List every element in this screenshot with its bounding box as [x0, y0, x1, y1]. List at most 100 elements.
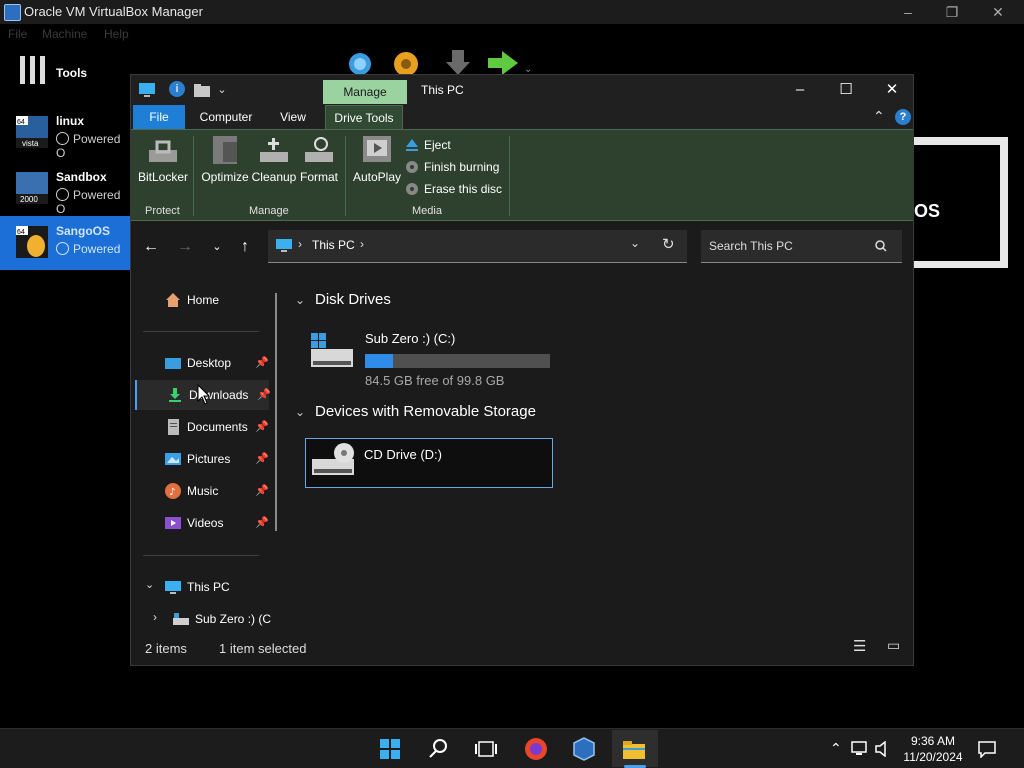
nav-label: Videos — [187, 516, 224, 530]
nav-item-home[interactable]: Home — [135, 285, 269, 315]
ribbon-separator — [345, 136, 346, 216]
downloads-icon — [169, 388, 181, 402]
group-disk-drives[interactable]: ⌄ Disk Drives — [295, 291, 391, 308]
tab-computer[interactable]: Computer — [195, 105, 257, 129]
expand-chevron-icon[interactable]: › — [153, 610, 157, 624]
virtualbox-icon[interactable] — [570, 735, 598, 763]
volume-icon[interactable] — [874, 741, 892, 757]
search-input[interactable]: Search This PC — [701, 230, 902, 263]
vm-item-sangoos[interactable]: 64 SangoOS Powered — [0, 216, 130, 270]
eject-label: Eject — [424, 138, 451, 152]
pin-icon[interactable]: 📌 — [255, 452, 269, 465]
properties-icon[interactable]: i — [169, 81, 185, 97]
autoplay-label: AutoPlay — [352, 170, 402, 184]
firefox-icon[interactable] — [522, 735, 550, 763]
vm-preview: OS — [914, 137, 1008, 268]
customize-quick-access-icon[interactable]: ⌄ — [213, 81, 231, 99]
pin-icon[interactable]: 📌 — [255, 484, 269, 497]
vm-preview-text: OS — [914, 201, 941, 221]
nav-item-videos[interactable]: Videos 📌 — [135, 508, 269, 538]
videos-icon — [165, 517, 181, 529]
svg-text:♪: ♪ — [169, 487, 175, 498]
file-explorer-icon[interactable] — [620, 735, 648, 763]
expand-chevron-icon[interactable]: ⌄ — [145, 578, 154, 591]
drive-item-d[interactable]: CD Drive (D:) — [305, 438, 553, 488]
drive-item-c[interactable]: Sub Zero :) (C:) 84.5 GB free of 99.8 GB — [307, 327, 557, 388]
cleanup-button[interactable]: Cleanup — [251, 134, 297, 184]
group-protect: Protect — [145, 205, 180, 217]
pin-icon[interactable]: 📌 — [255, 356, 269, 369]
tab-drive-tools[interactable]: Drive Tools — [325, 105, 403, 129]
close-button[interactable]: ✕ — [869, 75, 915, 105]
group-removable-storage[interactable]: ⌄ Devices with Removable Storage — [295, 403, 536, 420]
vm-item-sandbox[interactable]: 2000 Sandbox Powered O — [0, 162, 130, 216]
collapse-ribbon-icon[interactable]: ⌃ — [873, 108, 885, 125]
svg-text:vista: vista — [22, 139, 39, 148]
address-bar[interactable]: › This PC › ⌄ ↻ — [268, 230, 687, 263]
network-icon[interactable] — [851, 741, 869, 757]
bitlocker-label: BitLocker — [137, 170, 189, 184]
up-arrow-icon[interactable]: ↑ — [233, 235, 257, 259]
power-icon — [56, 242, 69, 255]
notifications-icon[interactable] — [977, 740, 997, 758]
menu-file[interactable]: File — [8, 27, 27, 41]
tab-view[interactable]: View — [271, 105, 315, 129]
nav-label: Sub Zero :) (C — [195, 612, 272, 626]
autoplay-button[interactable]: AutoPlay — [351, 134, 403, 184]
vbox-maximize-button[interactable]: ❐ — [932, 2, 972, 22]
search-icon[interactable] — [424, 735, 452, 763]
vm-item-linux[interactable]: 64 vista linux Powered O — [0, 106, 130, 160]
large-icons-view-icon[interactable]: ▭ — [887, 637, 900, 654]
this-pc-icon — [139, 83, 155, 97]
search-icon[interactable] — [875, 240, 887, 252]
pin-icon[interactable]: 📌 — [257, 388, 271, 401]
pin-icon[interactable]: 📌 — [255, 516, 269, 529]
format-button[interactable]: Format — [297, 134, 341, 184]
show-hidden-icons-icon[interactable]: ⌃ — [830, 740, 842, 757]
task-view-icon[interactable] — [472, 735, 500, 763]
collapse-chevron-icon[interactable]: ⌄ — [295, 293, 309, 307]
forward-arrow-icon[interactable]: → — [173, 235, 197, 259]
collapse-chevron-icon[interactable]: ⌄ — [295, 405, 309, 419]
tab-file[interactable]: File — [133, 105, 185, 129]
settings-gear-icon[interactable] — [390, 48, 422, 76]
pin-icon[interactable]: 📌 — [255, 420, 269, 433]
nav-item-pictures[interactable]: Pictures 📌 — [135, 444, 269, 474]
discard-arrow-icon[interactable] — [442, 48, 474, 76]
nav-scrollbar[interactable] — [275, 293, 277, 531]
start-arrow-icon[interactable] — [486, 48, 522, 76]
manage-context-tab[interactable]: Manage — [323, 80, 407, 104]
finish-burning-button[interactable]: Finish burning — [405, 160, 499, 174]
taskbar-clock[interactable]: 9:36 AM 11/20/2024 — [898, 733, 968, 765]
new-vm-icon[interactable] — [344, 48, 376, 76]
refresh-icon[interactable]: ↻ — [662, 235, 675, 253]
menu-help[interactable]: Help — [104, 27, 129, 41]
vbox-close-button[interactable]: ✕ — [978, 2, 1018, 22]
breadcrumb-chevron-icon[interactable]: › — [360, 237, 364, 251]
nav-item-documents[interactable]: Documents 📌 — [135, 412, 269, 442]
eject-button[interactable]: Eject — [405, 138, 451, 152]
nav-label: Music — [187, 484, 219, 498]
optimize-button[interactable]: Optimize — [199, 134, 251, 184]
new-folder-icon[interactable] — [193, 81, 211, 99]
nav-item-music[interactable]: ♪ Music 📌 — [135, 476, 269, 506]
details-view-icon[interactable]: ☰ — [853, 637, 866, 655]
minimize-button[interactable]: – — [777, 75, 823, 105]
maximize-button[interactable]: ☐ — [823, 75, 869, 105]
taskbar: ⌃ 9:36 AM 11/20/2024 — [0, 728, 1024, 768]
help-icon[interactable]: ? — [895, 109, 911, 125]
desktop-icon — [165, 358, 181, 369]
vbox-minimize-button[interactable]: – — [888, 2, 928, 22]
vbox-tools-item[interactable]: Tools — [0, 50, 130, 94]
back-arrow-icon[interactable]: ← — [139, 235, 163, 259]
nav-item-desktop[interactable]: Desktop 📌 — [135, 348, 269, 378]
menu-machine[interactable]: Machine — [42, 27, 87, 41]
bitlocker-button[interactable]: BitLocker — [137, 134, 189, 184]
recent-locations-icon[interactable]: ⌄ — [205, 235, 229, 259]
start-windows-icon[interactable] — [376, 735, 404, 763]
nav-item-this-pc[interactable]: ⌄ This PC — [135, 572, 269, 602]
clock-date: 11/20/2024 — [903, 750, 963, 764]
address-dropdown-icon[interactable]: ⌄ — [630, 236, 640, 250]
vm-status: Powered O — [56, 132, 130, 160]
erase-disc-button[interactable]: Erase this disc — [405, 182, 502, 196]
